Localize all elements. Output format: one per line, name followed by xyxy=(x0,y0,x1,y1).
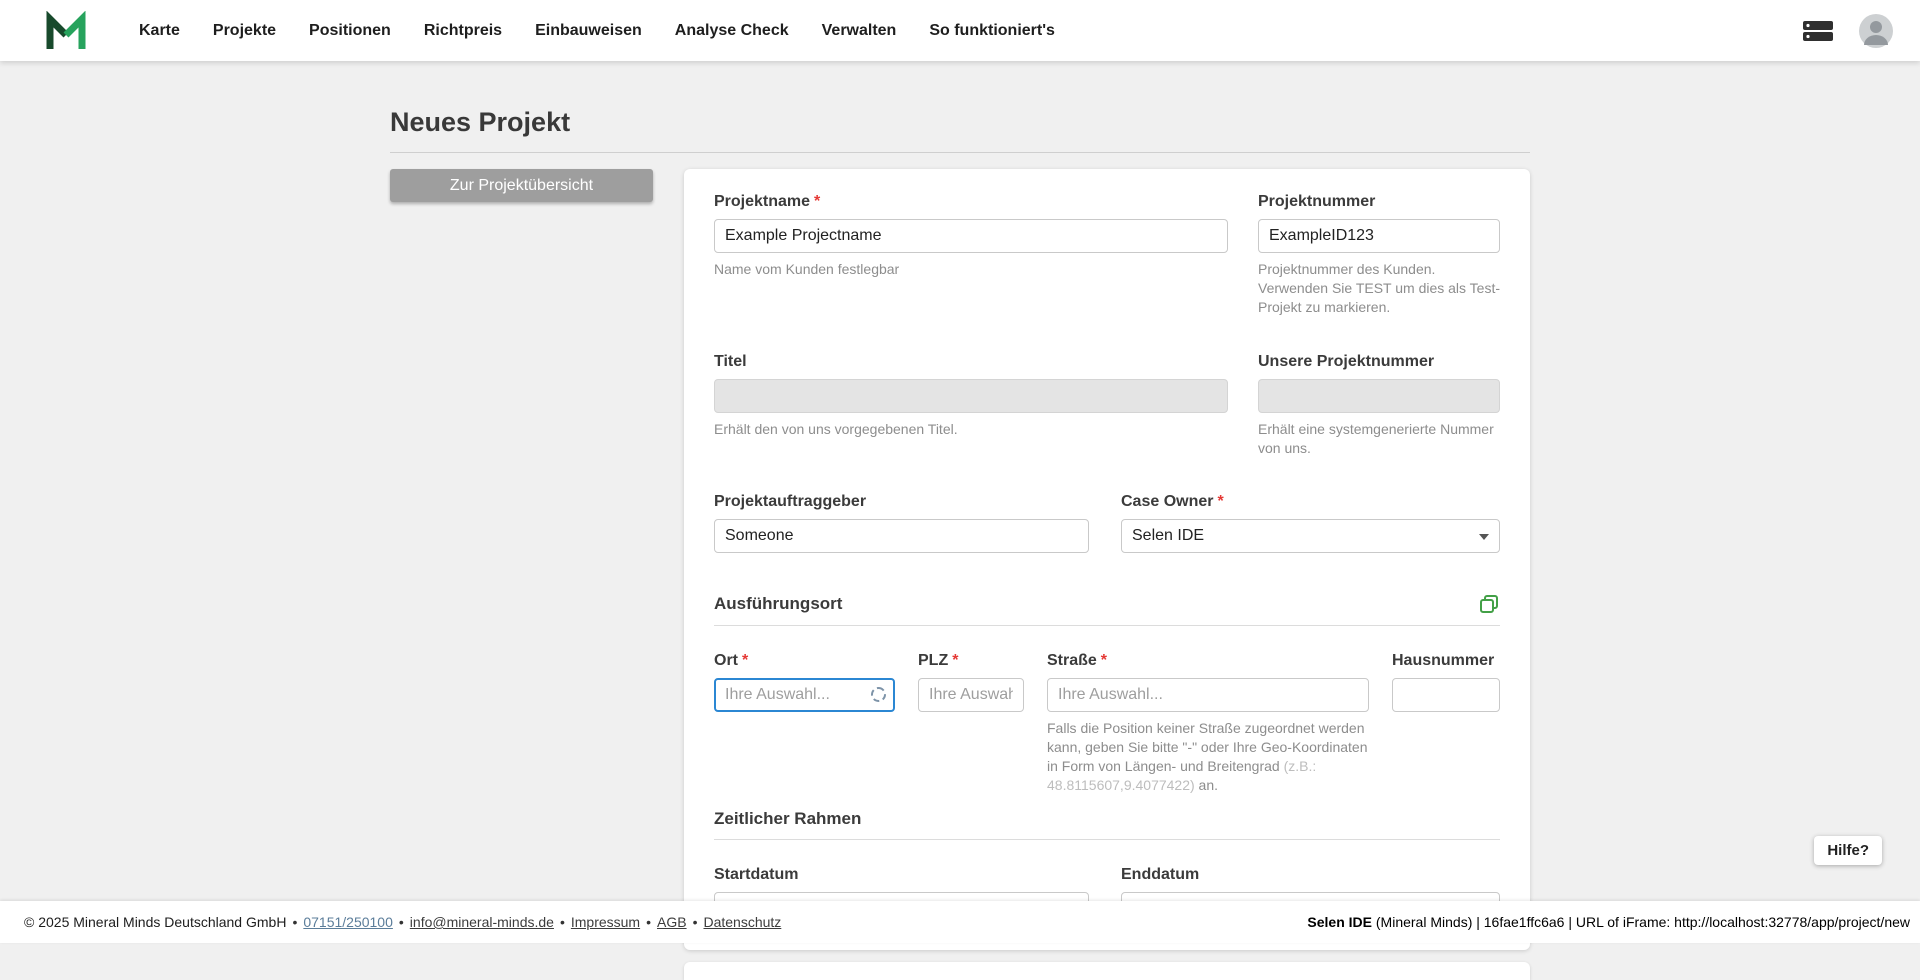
case-owner-select[interactable]: Selen IDE xyxy=(1121,519,1500,553)
field-case-owner: Case Owner* Selen IDE xyxy=(1121,493,1500,553)
help-button[interactable]: Hilfe? xyxy=(1814,836,1882,865)
nav-item-karte[interactable]: Karte xyxy=(139,22,180,40)
field-strasse: Straße* Falls die Position keiner Straße… xyxy=(1047,652,1369,795)
nav-item-analyse-check[interactable]: Analyse Check xyxy=(675,22,789,40)
strasse-label: Straße* xyxy=(1047,652,1369,670)
startdatum-label: Startdatum xyxy=(714,866,1089,884)
main-area: Neues Projekt Zur Projektübersicht Proje… xyxy=(0,61,1920,901)
required-asterisk: * xyxy=(952,652,958,669)
server-icon[interactable] xyxy=(1803,20,1833,42)
projektnummer-label: Projektnummer xyxy=(1258,193,1500,211)
strasse-helper-main: Falls die Position keiner Straße zugeord… xyxy=(1047,720,1367,774)
projektname-label: Projektname* xyxy=(714,193,1228,211)
plz-label-text: PLZ xyxy=(918,652,948,669)
session-info: Selen IDE (Mineral Minds) | 16fae1ffc6a6… xyxy=(1307,914,1910,930)
nav-item-positionen[interactable]: Positionen xyxy=(309,22,391,40)
titel-label: Titel xyxy=(714,353,1228,371)
field-ort: Ort* xyxy=(714,652,895,795)
titel-input xyxy=(714,379,1228,413)
phone-link[interactable]: 07151/250100 xyxy=(303,914,393,930)
projektauftraggeber-input[interactable] xyxy=(714,519,1089,553)
ort-label-text: Ort xyxy=(714,652,738,669)
projektname-label-text: Projektname xyxy=(714,193,810,210)
hausnummer-input[interactable] xyxy=(1392,678,1500,712)
chevron-down-icon xyxy=(1479,534,1489,540)
field-titel: Titel Erhält den von uns vorgegebenen Ti… xyxy=(714,353,1228,458)
new-project-form-card: Projektname* Name vom Kunden festlegbar … xyxy=(684,169,1530,950)
case-owner-selected-value: Selen IDE xyxy=(1132,527,1204,545)
nav-item-projekte[interactable]: Projekte xyxy=(213,22,276,40)
titel-helper: Erhält den von uns vorgegebenen Titel. xyxy=(714,420,1228,439)
field-plz: PLZ* xyxy=(918,652,1024,795)
enddatum-label: Enddatum xyxy=(1121,866,1500,884)
separator-dot: • xyxy=(399,914,404,930)
required-asterisk: * xyxy=(1217,493,1223,510)
projektname-helper: Name vom Kunden festlegbar xyxy=(714,260,1228,279)
impressum-link[interactable]: Impressum xyxy=(571,914,640,930)
plz-input[interactable] xyxy=(918,678,1024,712)
field-projektname: Projektname* Name vom Kunden festlegbar xyxy=(714,193,1228,317)
title-divider xyxy=(390,152,1530,153)
strasse-label-text: Straße xyxy=(1047,652,1097,669)
hausnummer-label: Hausnummer xyxy=(1392,652,1500,670)
footer: © 2025 Mineral Minds Deutschland GmbH • … xyxy=(0,901,1920,943)
unsere-projektnummer-input xyxy=(1258,379,1500,413)
separator-dot: • xyxy=(292,914,297,930)
projektname-input[interactable] xyxy=(714,219,1228,253)
session-user: Selen IDE xyxy=(1307,914,1372,930)
required-asterisk: * xyxy=(814,193,820,210)
ort-input[interactable] xyxy=(714,678,895,712)
projektnummer-input[interactable] xyxy=(1258,219,1500,253)
field-unsere-projektnummer: Unsere Projektnummer Erhält eine systemg… xyxy=(1258,353,1500,458)
separator-dot: • xyxy=(693,914,698,930)
agb-link[interactable]: AGB xyxy=(657,914,687,930)
unsere-projektnummer-label: Unsere Projektnummer xyxy=(1258,353,1500,371)
separator-dot: • xyxy=(560,914,565,930)
back-to-projects-button[interactable]: Zur Projektübersicht xyxy=(390,169,653,202)
nav-item-so-funktionierts[interactable]: So funktioniert's xyxy=(929,22,1055,40)
projektauftraggeber-label: Projektauftraggeber xyxy=(714,493,1089,511)
copyright-text: © 2025 Mineral Minds Deutschland GmbH xyxy=(24,914,286,930)
unsere-projektnummer-helper: Erhält eine systemgenerierte Nummer von … xyxy=(1258,420,1500,458)
top-navigation: Karte Projekte Positionen Richtpreis Ein… xyxy=(0,0,1920,61)
case-owner-label: Case Owner* xyxy=(1121,493,1500,511)
section-divider xyxy=(714,839,1500,840)
separator-dot: • xyxy=(646,914,651,930)
email-link[interactable]: info@mineral-minds.de xyxy=(410,914,554,930)
ort-label: Ort* xyxy=(714,652,895,670)
user-avatar[interactable] xyxy=(1859,14,1893,48)
required-asterisk: * xyxy=(1101,652,1107,669)
mineral-minds-logo-icon[interactable] xyxy=(45,11,87,51)
session-details: (Mineral Minds) | 16fae1ffc6a6 | URL of … xyxy=(1372,914,1910,930)
strasse-helper: Falls die Position keiner Straße zugeord… xyxy=(1047,719,1369,795)
strasse-input[interactable] xyxy=(1047,678,1369,712)
projektnummer-helper: Projektnummer des Kunden. Verwenden Sie … xyxy=(1258,260,1500,317)
page-title: Neues Projekt xyxy=(390,107,1530,138)
datenschutz-link[interactable]: Datenschutz xyxy=(703,914,781,930)
plz-label: PLZ* xyxy=(918,652,1024,670)
required-asterisk: * xyxy=(742,652,748,669)
section-title-zeitlicher-rahmen: Zeitlicher Rahmen xyxy=(714,809,861,829)
field-hausnummer: Hausnummer xyxy=(1392,652,1500,795)
copy-icon[interactable] xyxy=(1478,593,1500,615)
footer-info: © 2025 Mineral Minds Deutschland GmbH • … xyxy=(24,914,781,930)
next-card-peek xyxy=(684,962,1530,980)
case-owner-label-text: Case Owner xyxy=(1121,493,1213,510)
nav-item-verwalten[interactable]: Verwalten xyxy=(822,22,897,40)
strasse-helper-suffix: an. xyxy=(1195,777,1218,793)
nav-item-einbauweisen[interactable]: Einbauweisen xyxy=(535,22,642,40)
field-projektauftraggeber: Projektauftraggeber xyxy=(714,493,1089,553)
field-projektnummer: Projektnummer Projektnummer des Kunden. … xyxy=(1258,193,1500,317)
nav-item-richtpreis[interactable]: Richtpreis xyxy=(424,22,502,40)
section-title-ausfuehrungsort: Ausführungsort xyxy=(714,594,842,614)
section-divider xyxy=(714,625,1500,626)
